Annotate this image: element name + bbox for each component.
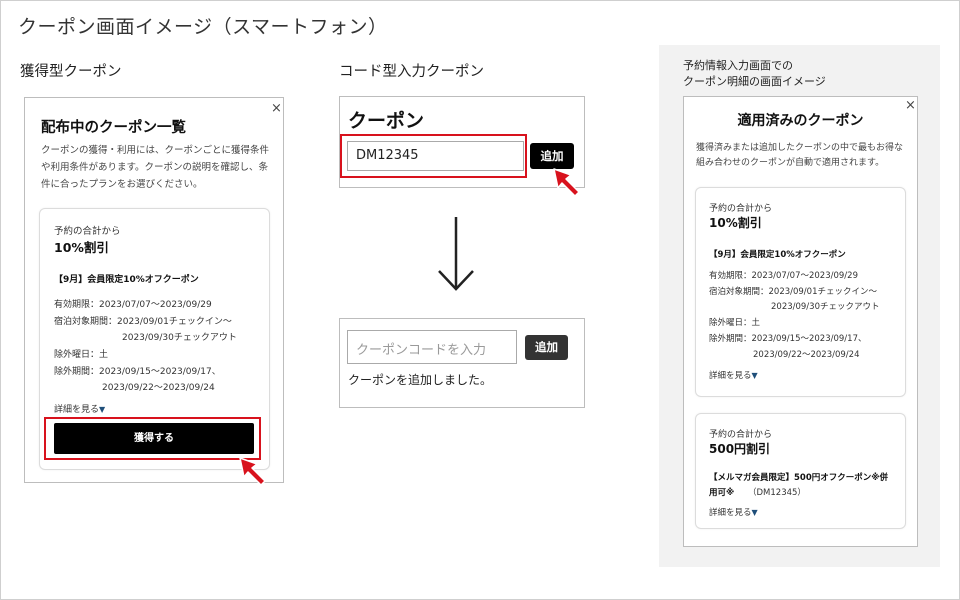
details-link-label: 詳細を見る	[709, 371, 752, 381]
coupon-discount: 500円割引	[709, 442, 771, 456]
details-link[interactable]: 詳細を見る▼	[54, 402, 105, 415]
coupon-code-input-empty[interactable]: クーポンコードを入力	[347, 330, 517, 364]
coupon-excluded-days: 除外曜日：土	[709, 318, 761, 328]
section-title-acquire: 獲得型クーポン	[20, 64, 122, 80]
code-coupon-result-panel: クーポンコードを入力 追加 クーポンを追加しました。	[339, 318, 585, 408]
coupon-excluded-period: 除外期間：2023/09/15〜2023/09/17、	[54, 367, 221, 377]
coupon-validity: 有効期限：2023/07/07〜2023/09/29	[54, 300, 212, 310]
applied-caption-line1: 予約情報入力画面での	[683, 59, 793, 72]
add-coupon-button-2[interactable]: 追加	[525, 335, 568, 360]
coupon-name-line2: 用可※	[709, 488, 735, 498]
chevron-down-icon: ▼	[99, 405, 106, 414]
modal-heading: 配布中のクーポン一覧	[41, 120, 186, 136]
cursor-arrow-icon	[239, 457, 266, 486]
chevron-down-icon: ▼	[751, 371, 758, 380]
section-title-code: コード型入力クーポン	[339, 64, 484, 80]
modal-description: クーポンの獲得・利用には、クーポンごとに獲得条件や利用条件があります。クーポンの…	[41, 145, 270, 190]
coupon-stay-period-end: 2023/09/30チェックアウト	[122, 333, 237, 343]
coupon-name: 【9月】会員限定10%オフクーポン	[54, 275, 199, 285]
details-link-label: 詳細を見る	[709, 508, 752, 518]
coupon-discount: 10%割引	[54, 240, 109, 255]
applied-coupon-modal: × 適用済みのクーポン 獲得済みまたは追加したクーポンの中で最もお得な組み合わせ…	[683, 96, 918, 547]
applied-coupon-card-2: 予約の合計から 500円割引 【メルマガ会員限定】500円オフクーポン※併 用可…	[695, 413, 906, 529]
applied-caption: 予約情報入力画面での クーポン明細の画面イメージ	[683, 58, 826, 90]
coupon-added-message: クーポンを追加しました。	[348, 373, 493, 387]
coupon-condition: 予約の合計から	[54, 226, 121, 237]
applied-heading: 適用済みのクーポン	[737, 113, 864, 129]
acquire-button[interactable]: 獲得する	[54, 423, 254, 454]
coupon-name: 【9月】会員限定10%オフクーポン	[709, 250, 846, 260]
down-arrow-icon	[438, 217, 474, 291]
details-link[interactable]: 詳細を見る▼	[709, 506, 758, 518]
coupon-stay-period-end: 2023/09/30チェックアウト	[771, 302, 880, 312]
coupon-excluded-period-2: 2023/09/22〜2023/09/24	[753, 350, 860, 360]
applied-coupon-card: 予約の合計から 10%割引 【9月】会員限定10%オフクーポン 有効期限：202…	[695, 187, 906, 397]
coupon-name: 【メルマガ会員限定】500円オフクーポン※併	[709, 473, 889, 483]
highlight-frame-input	[340, 134, 527, 178]
coupon-stay-period: 宿泊対象期間：2023/09/01チェックイン〜	[709, 287, 877, 297]
coupon-validity: 有効期限：2023/07/07〜2023/09/29	[709, 271, 858, 281]
chevron-down-icon: ▼	[751, 508, 758, 517]
code-panel-heading: クーポン	[348, 110, 425, 132]
details-link-label: 詳細を見る	[54, 405, 100, 415]
coupon-excluded-period-2: 2023/09/22〜2023/09/24	[102, 383, 215, 393]
close-icon[interactable]: ×	[271, 102, 282, 115]
details-link[interactable]: 詳細を見る▼	[709, 369, 758, 381]
coupon-stay-period: 宿泊対象期間：2023/09/01チェックイン〜	[54, 317, 232, 327]
cursor-arrow-icon	[553, 168, 580, 197]
coupon-condition: 予約の合計から	[709, 430, 773, 440]
coupon-discount: 10%割引	[709, 216, 762, 230]
coupon-excluded-period: 除外期間：2023/09/15〜2023/09/17、	[709, 334, 867, 344]
applied-caption-line2: クーポン明細の画面イメージ	[683, 75, 826, 88]
coupon-condition: 予約の合計から	[709, 204, 773, 214]
coupon-excluded-days: 除外曜日：土	[54, 350, 109, 360]
applied-description: 獲得済みまたは追加したクーポンの中で最もお得な組み合わせのクーポンが自動で適用さ…	[696, 143, 904, 168]
page-title: クーポン画面イメージ（スマートフォン）	[18, 16, 388, 38]
coupon-code-label: （DM12345）	[748, 488, 806, 498]
